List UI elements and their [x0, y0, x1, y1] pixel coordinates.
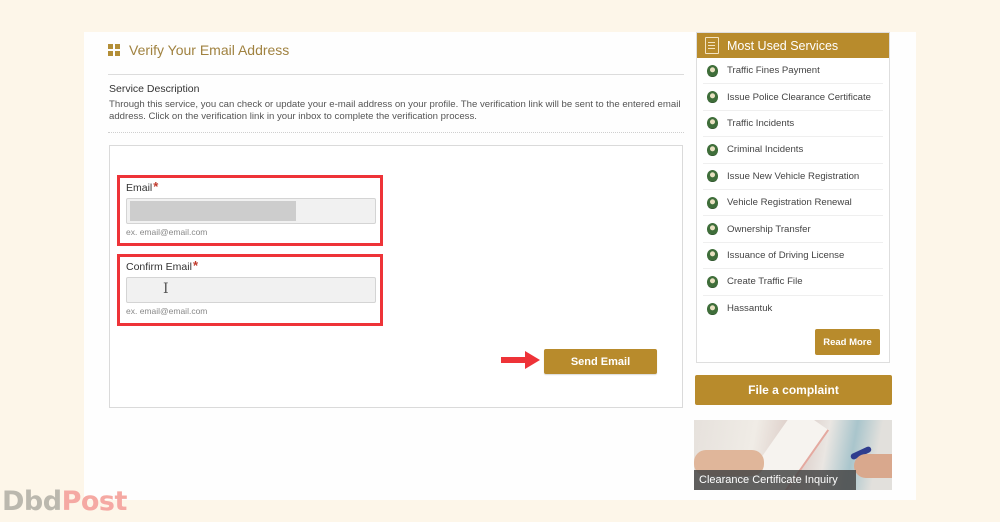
police-emblem-icon [707, 143, 718, 156]
send-email-button[interactable]: Send Email [544, 349, 657, 374]
grid-icon [108, 44, 120, 56]
police-emblem-icon [707, 196, 718, 209]
confirm-email-field-group: Confirm Email * I ex. email@email.com [117, 254, 383, 326]
document-icon [705, 37, 719, 54]
description-divider [108, 132, 684, 133]
clearance-certificate-inquiry-banner[interactable]: Clearance Certificate Inquiry [694, 420, 892, 490]
required-asterisk: * [153, 179, 159, 194]
police-emblem-icon [707, 223, 718, 236]
service-item-create-traffic-file[interactable]: Create Traffic File [703, 269, 883, 296]
most-used-services-title: Most Used Services [727, 38, 839, 53]
email-form: Email * ex. email@email.com Confirm Email… [109, 145, 683, 408]
required-asterisk: * [192, 258, 198, 273]
page-card: Verify Your Email Address Service Descri… [84, 32, 916, 500]
watermark-logo: DbdPost [2, 486, 127, 517]
service-description-heading: Service Description [109, 83, 200, 95]
police-emblem-icon [707, 170, 718, 183]
police-emblem-icon [707, 275, 718, 288]
services-list: Traffic Fines Payment Issue Police Clear… [697, 58, 889, 322]
service-item-new-vehicle-registration[interactable]: Issue New Vehicle Registration [703, 164, 883, 190]
service-item-traffic-incidents[interactable]: Traffic Incidents [703, 111, 883, 138]
email-field-group: Email * ex. email@email.com [117, 175, 383, 246]
email-label: Email * [126, 179, 159, 194]
police-emblem-icon [707, 249, 718, 262]
banner-image-hand [854, 454, 892, 478]
email-input[interactable] [126, 198, 376, 224]
most-used-services-panel: Most Used Services Traffic Fines Payment… [696, 32, 890, 363]
police-emblem-icon [707, 64, 718, 77]
banner-caption: Clearance Certificate Inquiry [694, 470, 856, 490]
red-arrow-icon [501, 351, 540, 369]
read-more-button[interactable]: Read More [815, 329, 880, 355]
service-item-ownership-transfer[interactable]: Ownership Transfer [703, 216, 883, 243]
email-hint: ex. email@email.com [126, 227, 208, 237]
service-item-police-clearance[interactable]: Issue Police Clearance Certificate [703, 84, 883, 111]
service-item-traffic-fines-payment[interactable]: Traffic Fines Payment [703, 58, 883, 85]
service-description-text: Through this service, you can check or u… [109, 99, 681, 122]
most-used-services-header: Most Used Services [697, 33, 889, 58]
page-header: Verify Your Email Address [108, 42, 289, 58]
confirm-email-hint: ex. email@email.com [126, 306, 208, 316]
service-item-driving-license[interactable]: Issuance of Driving License [703, 243, 883, 270]
police-emblem-icon [707, 117, 718, 130]
police-emblem-icon [707, 302, 718, 315]
confirm-email-input[interactable]: I [126, 277, 376, 303]
text-cursor-icon: I [163, 281, 169, 297]
confirm-email-label: Confirm Email * [126, 258, 198, 273]
service-item-criminal-incidents[interactable]: Criminal Incidents [703, 137, 883, 164]
police-emblem-icon [707, 91, 718, 104]
file-complaint-button[interactable]: File a complaint [695, 375, 892, 405]
title-divider [108, 74, 684, 75]
redacted-email-value [130, 201, 296, 221]
service-item-hassantuk[interactable]: Hassantuk [703, 296, 883, 322]
page-title: Verify Your Email Address [129, 42, 290, 58]
service-item-vehicle-registration-renewal[interactable]: Vehicle Registration Renewal [703, 190, 883, 217]
